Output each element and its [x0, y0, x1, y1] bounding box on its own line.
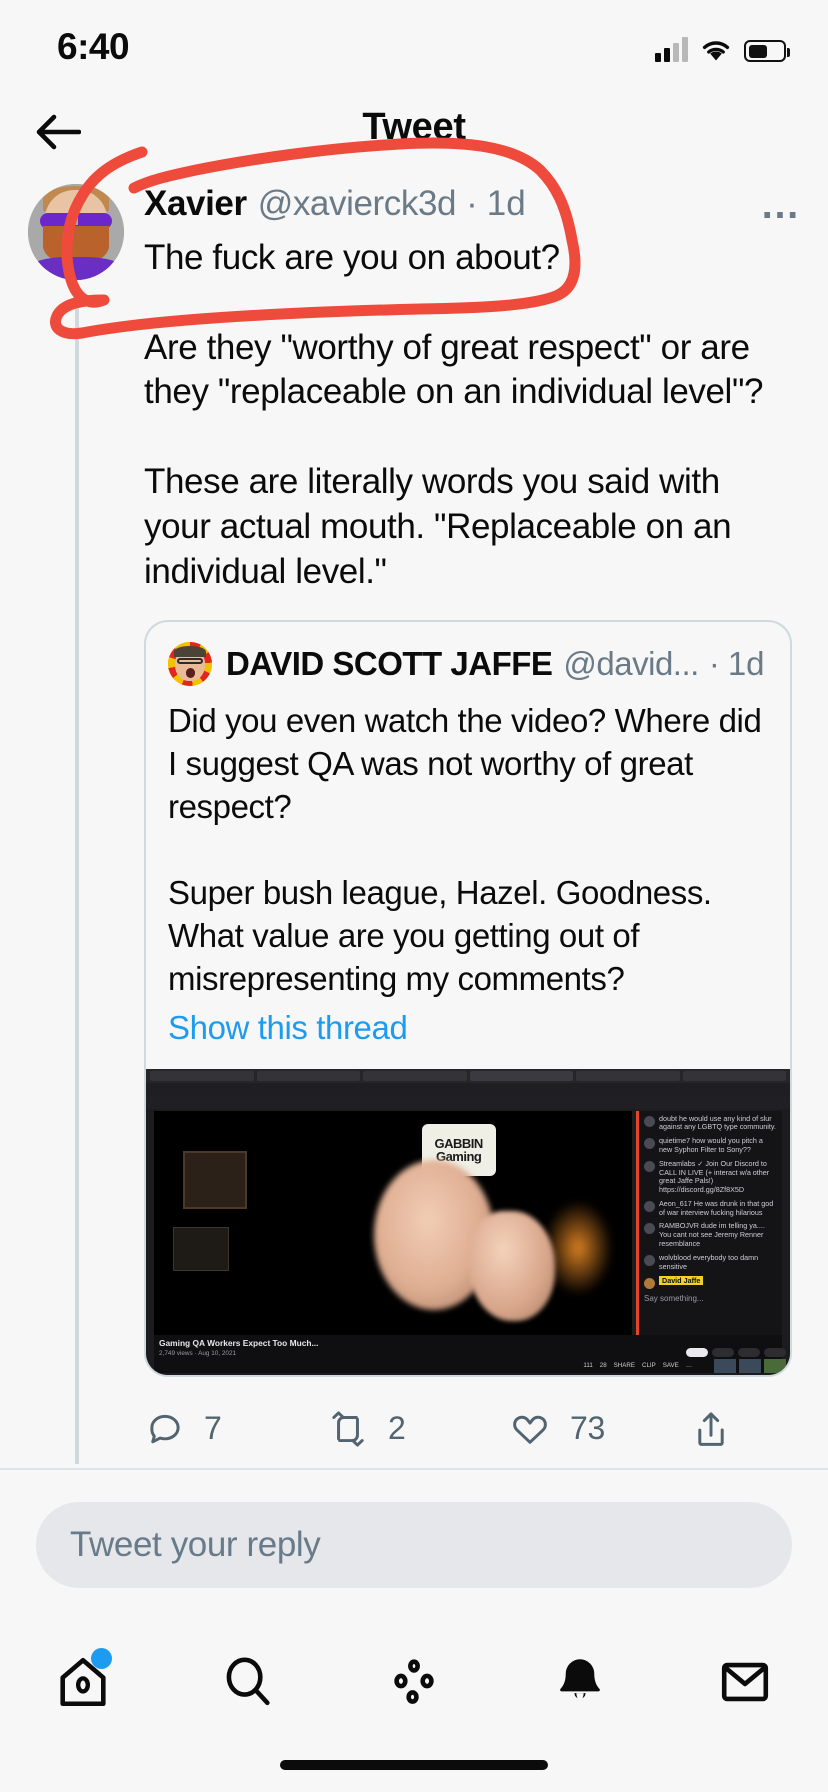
reply-button[interactable]: 7 — [144, 1408, 326, 1450]
spaces-icon — [394, 1659, 434, 1704]
quoted-tweet-text: Did you even watch the video? Where did … — [168, 702, 762, 997]
retweet-button[interactable]: 2 — [326, 1408, 508, 1450]
tab-notifications[interactable] — [525, 1642, 635, 1722]
chat-message: Aeon_617 He was drunk in that god of war… — [659, 1198, 774, 1217]
home-indicator — [280, 1760, 548, 1770]
quoted-author-row[interactable]: DAVID SCOTT JAFFE @david... · 1d — [168, 642, 768, 687]
video-chat-panel: doubt he would use any kind of slur agai… — [636, 1110, 782, 1335]
avatar[interactable] — [28, 184, 124, 280]
quoted-author-display-name: DAVID SCOTT JAFFE — [226, 645, 553, 683]
tab-messages[interactable] — [690, 1642, 800, 1722]
heart-icon — [513, 1415, 547, 1444]
tweet-more-button[interactable]: … — [760, 185, 802, 225]
search-icon — [227, 1657, 271, 1706]
thread-scroll-area[interactable]: … Xavier @xavierck3d · 1d The fuck are y… — [0, 172, 828, 1502]
page-title: Tweet — [362, 106, 466, 148]
chat-message: RAMBOJVR dude im telling ya.... You cant… — [659, 1221, 765, 1248]
status-bar-clock: 6:40 — [57, 26, 130, 67]
reply-input[interactable]: Tweet your reply — [36, 1502, 792, 1588]
status-bar: 6:40 — [0, 0, 828, 92]
tweet-text: The fuck are you on about? Are they "wor… — [144, 238, 764, 591]
tab-search[interactable] — [193, 1642, 303, 1722]
status-bar-indicators — [655, 30, 790, 62]
quoted-author-handle: @david... — [563, 645, 699, 683]
retweet-icon — [332, 1411, 364, 1447]
tweet-timestamp: 1d — [486, 184, 526, 223]
quoted-separator-dot: · — [708, 645, 720, 683]
engagement-bar: 7 2 73 — [144, 1399, 792, 1469]
twitter-tweet-detail-screen: 6:40 Tweet … Xavier @xavierck3d · 1d The… — [0, 0, 828, 1792]
quoted-tweet-card[interactable]: DAVID SCOTT JAFFE @david... · 1d Did you… — [144, 620, 792, 1377]
like-count: 73 — [570, 1410, 605, 1447]
video-meta: 2,749 views · Aug 10, 2021 — [159, 1349, 237, 1357]
reply-count: 7 — [204, 1410, 222, 1447]
navigation-bar: Tweet — [0, 92, 828, 172]
bottom-tab-bar — [0, 1620, 828, 1792]
video-player-stage: GABBIN Gaming — [154, 1110, 632, 1335]
reply-icon — [150, 1414, 180, 1443]
thread-connector-line — [75, 284, 79, 1464]
reply-composer[interactable]: Tweet your reply — [0, 1468, 828, 1620]
tab-spaces[interactable] — [359, 1642, 469, 1722]
tweet-author-row[interactable]: Xavier @xavierck3d · 1d — [144, 184, 792, 224]
chat-author-badge: David Jaffe — [659, 1276, 704, 1286]
chat-message: Streamlabs ✓︎ Join Our Discord to CALL I… — [659, 1158, 770, 1195]
separator-dot: · — [466, 184, 478, 223]
chat-message: quietime7 how would you pitch a new Syph… — [659, 1136, 763, 1154]
chat-input-placeholder: Say something... — [644, 1294, 704, 1304]
quoted-avatar — [168, 642, 212, 687]
show-this-thread-link[interactable]: Show this thread — [168, 1009, 408, 1047]
author-display-name: Xavier — [144, 184, 247, 223]
reply-placeholder: Tweet your reply — [70, 1525, 321, 1564]
like-button[interactable]: 73 — [508, 1408, 690, 1450]
share-button[interactable] — [690, 1407, 732, 1451]
quoted-tweet-media-video-thumbnail[interactable]: GABBIN Gaming doubt he would use any kind… — [146, 1068, 790, 1375]
notifications-bell-icon — [559, 1659, 600, 1703]
tab-home[interactable] — [28, 1642, 138, 1722]
chat-message: wolvblood everybody too damn sensitive — [659, 1252, 759, 1271]
home-unread-badge — [90, 1648, 112, 1669]
avatar-column — [28, 184, 144, 1464]
main-tweet[interactable]: … Xavier @xavierck3d · 1d The fuck are y… — [0, 172, 828, 1469]
chat-message: doubt he would use any kind of slur agai… — [659, 1113, 776, 1132]
quoted-timestamp: 1d — [727, 645, 765, 683]
cellular-signal-icon — [655, 36, 688, 62]
wifi-icon — [700, 37, 732, 62]
retweet-count: 2 — [388, 1410, 406, 1447]
messages-envelope-icon — [722, 1662, 769, 1702]
author-handle: @xavierck3d — [257, 184, 457, 223]
battery-icon — [744, 40, 790, 62]
share-icon — [698, 1412, 724, 1446]
video-title: Gaming QA Workers Expect Too Much... — [159, 1337, 319, 1348]
